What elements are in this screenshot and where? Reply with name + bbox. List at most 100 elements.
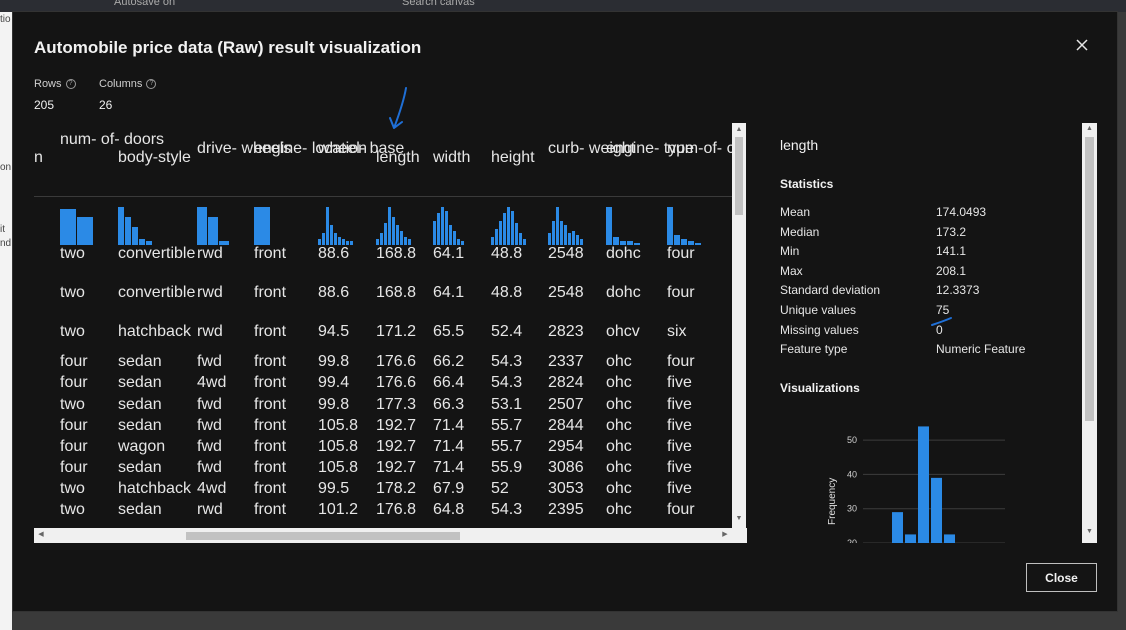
- table-cell: fwd: [197, 353, 222, 370]
- y-tick-label: 20: [847, 538, 857, 543]
- table-vertical-scrollbar[interactable]: ▲ ▼: [732, 123, 746, 528]
- column-histogram-length[interactable]: [376, 203, 411, 245]
- table-cell: 105.8: [318, 459, 359, 476]
- histogram-bar: [499, 221, 502, 245]
- histogram-bar: [254, 207, 270, 245]
- scroll-left-icon[interactable]: ◀: [36, 530, 46, 540]
- background-left-panel: tio on it nd: [0, 12, 12, 630]
- histogram-bar: [548, 233, 551, 245]
- table-cell: rwd: [197, 284, 223, 301]
- histogram-bar[interactable]: [931, 477, 942, 543]
- histogram-bar: [350, 241, 353, 245]
- column-header-engtype[interactable]: engine- type: [606, 140, 694, 158]
- help-icon[interactable]: ?: [146, 79, 157, 89]
- table-cell: sedan: [118, 501, 162, 518]
- close-icon[interactable]: [1073, 36, 1091, 54]
- length-histogram: 20 30 40 50 Frequency: [805, 413, 1065, 543]
- close-button[interactable]: Close: [1026, 563, 1097, 592]
- table-cell: fwd: [197, 396, 222, 413]
- y-tick-label: 30: [847, 504, 857, 514]
- column-histogram-wheelbase[interactable]: [318, 203, 353, 245]
- table-cell: two: [60, 245, 85, 262]
- column-header-doors[interactable]: num- of- doors: [60, 131, 164, 149]
- histogram-bar[interactable]: [905, 534, 916, 543]
- table-cell: 2844: [548, 417, 584, 434]
- column-header-n[interactable]: n: [34, 149, 104, 167]
- visualizations-heading: Visualizations: [780, 381, 860, 395]
- column-histogram-engtype[interactable]: [606, 203, 640, 245]
- histogram-bar: [572, 231, 575, 245]
- help-icon[interactable]: ?: [65, 79, 76, 89]
- table-cell: six: [667, 323, 687, 340]
- column-histogram-height[interactable]: [491, 203, 526, 245]
- histogram-bar[interactable]: [944, 534, 955, 543]
- table-cell: 178.2: [376, 480, 417, 497]
- scrollbar-thumb[interactable]: [186, 532, 460, 540]
- histogram-bar: [441, 207, 444, 245]
- table-cell: front: [254, 501, 287, 518]
- histogram-bar: [511, 211, 514, 245]
- y-axis-label: Frequency: [827, 478, 838, 525]
- table-cell: 4wd: [197, 374, 227, 391]
- table-cell: convertible: [118, 245, 196, 262]
- histogram-bar: [667, 207, 673, 245]
- stat-value: 75: [936, 303, 950, 317]
- histogram-bar: [392, 217, 395, 245]
- column-header-engloc[interactable]: engine- location: [254, 140, 367, 158]
- stat-value: 174.0493: [936, 205, 987, 219]
- histogram-bar: [330, 225, 333, 245]
- data-table-panel: n num- of- doors body-style drive- wheels en…: [34, 123, 747, 543]
- histogram-bar: [695, 243, 701, 245]
- table-cell: ohc: [606, 501, 632, 518]
- column-histogram-body[interactable]: [118, 203, 152, 245]
- histogram-bar: [515, 223, 518, 245]
- stat-label: Min: [780, 244, 800, 259]
- column-histogram-width[interactable]: [433, 203, 464, 245]
- column-header-body[interactable]: body-style: [118, 149, 191, 167]
- table-cell: 54.3: [491, 501, 523, 518]
- column-histogram-engloc[interactable]: [254, 203, 270, 245]
- scroll-right-icon[interactable]: ▶: [720, 530, 730, 540]
- scrollbar-thumb[interactable]: [1085, 137, 1094, 421]
- table-horizontal-scrollbar[interactable]: ◀ ▶: [34, 528, 747, 543]
- table-cell: front: [254, 374, 287, 391]
- table-cell: four: [667, 501, 695, 518]
- column-header-cyl[interactable]: num-of- cylinders: [667, 140, 732, 158]
- rows-label: Rows: [34, 78, 62, 90]
- table-cell: 171.2: [376, 323, 417, 340]
- histogram-svg: 20 30 40 50 Frequency: [827, 426, 1005, 543]
- scroll-up-icon[interactable]: ▲: [735, 125, 743, 135]
- table-cell: four: [60, 438, 88, 455]
- histogram-bar[interactable]: [892, 512, 903, 543]
- panel-vertical-scrollbar[interactable]: ▲ ▼: [1082, 123, 1097, 543]
- search-canvas-placeholder: Search canvas: [402, 0, 475, 8]
- table-cell: rwd: [197, 501, 223, 518]
- column-histogram-curb[interactable]: [548, 203, 583, 245]
- rows-info: Rows? 205: [34, 78, 76, 112]
- scroll-up-icon[interactable]: ▲: [1085, 125, 1094, 132]
- left-fragment: on: [0, 162, 12, 173]
- table-cell: 66.3: [433, 396, 465, 413]
- table-cell: 176.6: [376, 353, 417, 370]
- statistics-heading: Statistics: [780, 177, 834, 191]
- histogram-bar: [491, 237, 494, 245]
- column-histogram-cyl[interactable]: [667, 203, 701, 245]
- scroll-down-icon[interactable]: ▼: [1085, 528, 1094, 535]
- y-tick-label: 50: [847, 435, 857, 445]
- table-cell: 168.8: [376, 245, 417, 262]
- table-cell: 176.6: [376, 374, 417, 391]
- scrollbar-thumb[interactable]: [735, 137, 743, 215]
- table-cell: front: [254, 459, 287, 476]
- histogram-bar: [388, 207, 391, 245]
- table-cell: front: [254, 417, 287, 434]
- table-cell: fwd: [197, 438, 222, 455]
- table-cell: sedan: [118, 374, 162, 391]
- column-histogram-doors[interactable]: [60, 203, 93, 245]
- histogram-bar[interactable]: [918, 426, 929, 543]
- table-cell: 55.7: [491, 417, 523, 434]
- histogram-bar: [495, 229, 498, 245]
- table-cell: 67.9: [433, 480, 465, 497]
- table-cell: four: [667, 245, 695, 262]
- scroll-down-icon[interactable]: ▼: [735, 514, 743, 524]
- column-histogram-drive[interactable]: [197, 203, 229, 245]
